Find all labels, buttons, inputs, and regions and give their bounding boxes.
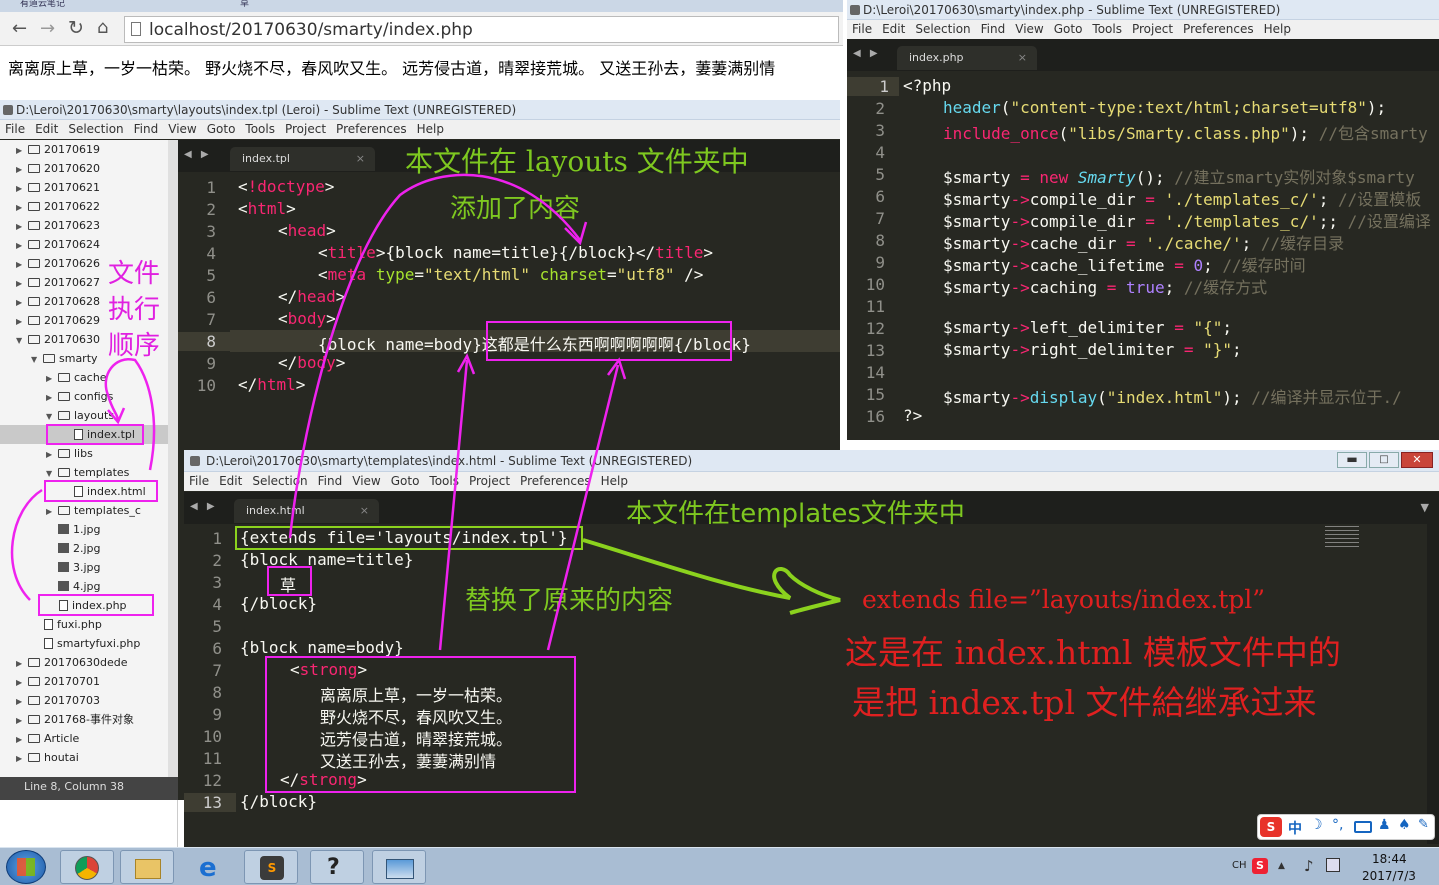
windows-logo-icon — [17, 858, 35, 876]
taskbar-chrome[interactable] — [60, 850, 114, 884]
sogou-logo-icon: S — [1260, 817, 1282, 837]
taskbar-explorer[interactable] — [120, 850, 174, 884]
sublime-icon: S — [260, 856, 284, 880]
taskbar: e S ? CH S ▲ ♪ 18:44 2017/7/3 — [0, 847, 1439, 885]
punctuation-icon[interactable]: °, — [1332, 817, 1343, 833]
taskbar-sublime[interactable]: S — [244, 850, 298, 884]
user-icon[interactable]: ♟ — [1378, 817, 1391, 833]
taskbar-ie[interactable]: e — [184, 850, 238, 884]
sogou-icon[interactable]: S — [1252, 858, 1268, 874]
folder-icon — [135, 859, 161, 879]
volume-icon[interactable]: ♪ — [1304, 857, 1314, 875]
ime-indicator[interactable]: CH — [1232, 860, 1247, 871]
image-icon — [386, 859, 414, 879]
moon-icon[interactable]: ☽ — [1310, 817, 1323, 833]
clock-time[interactable]: 18:44 — [1372, 852, 1407, 866]
tools-icon[interactable]: ✎ — [1418, 817, 1429, 832]
network-icon[interactable] — [1326, 858, 1340, 872]
chrome-icon — [75, 856, 99, 880]
ie-icon: e — [199, 853, 217, 883]
taskbar-help[interactable]: ? — [310, 850, 364, 884]
ime-mode[interactable]: 中 — [1288, 818, 1302, 838]
keyboard-icon[interactable] — [1354, 821, 1372, 833]
skin-icon[interactable]: ♠ — [1398, 817, 1411, 833]
tray-arrow-icon[interactable]: ▲ — [1278, 861, 1285, 871]
annotation-arrows — [10, 173, 841, 651]
taskbar-screenshot[interactable] — [372, 850, 426, 884]
clock-date[interactable]: 2017/7/3 — [1362, 869, 1416, 883]
help-icon: ? — [327, 855, 340, 880]
ime-toolbar[interactable]: S 中 ☽ °, ♟ ♠ ✎ — [1257, 814, 1435, 840]
